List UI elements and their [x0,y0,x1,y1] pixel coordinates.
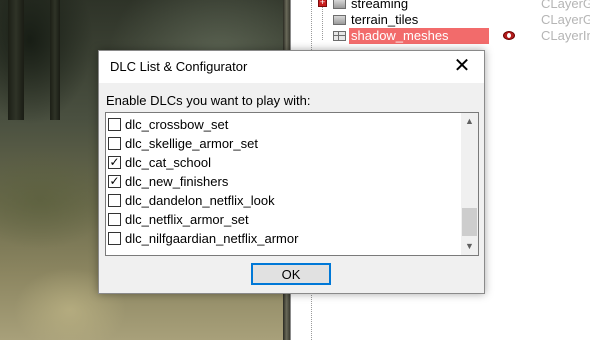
dlc-item-label: dlc_crossbow_set [125,117,229,132]
layer-group-icon [333,0,346,9]
list-scrollbar[interactable]: ▲ ▼ [461,113,478,255]
dlc-item-label: dlc_skellige_armor_set [125,136,258,151]
tree-row-streaming[interactable]: + streaming CLayerGr [291,0,590,12]
close-icon: ✕ [453,55,471,77]
dlc-item-label: dlc_nilfgaardian_netflix_armor [125,231,299,246]
close-button[interactable]: ✕ [440,51,484,83]
tree-row-label: terrain_tiles [351,12,419,27]
tree-row-shadow-meshes[interactable]: shadow_meshes CLayerInf [291,28,590,44]
dlc-item-label: dlc_dandelon_netflix_look [125,193,275,208]
tree-trunk [50,0,60,120]
checkbox[interactable]: ✓ [108,175,121,188]
scroll-thumb[interactable] [462,208,477,236]
tree-row-class: CLayerInf [541,28,590,43]
dlc-configurator-dialog: DLC List & Configurator ✕ Enable DLCs yo… [98,50,485,294]
dlc-item-label: dlc_netflix_armor_set [125,212,249,227]
visibility-eye-icon[interactable] [503,31,515,40]
checkbox[interactable] [108,213,121,226]
layer-info-icon [333,31,346,41]
scroll-down-icon[interactable]: ▼ [461,238,478,255]
checkbox[interactable] [108,194,121,207]
dlc-item-new-finishers[interactable]: ✓ dlc_new_finishers [108,172,458,191]
dlc-item-label: dlc_cat_school [125,155,211,170]
tree-row-label: shadow_meshes [349,28,489,44]
checkbox[interactable] [108,137,121,150]
dlc-list[interactable]: dlc_crossbow_set dlc_skellige_armor_set … [105,112,479,256]
tree-row-class: CLayerGr [541,0,590,11]
dlc-item-crossbow-set[interactable]: dlc_crossbow_set [108,115,458,134]
dialog-prompt: Enable DLCs you want to play with: [106,93,311,108]
dlc-item-nilfgaardian-netflix-armor[interactable]: dlc_nilfgaardian_netflix_armor [108,229,458,248]
checkbox[interactable] [108,118,121,131]
checkbox[interactable]: ✓ [108,156,121,169]
dlc-item-label: dlc_new_finishers [125,174,229,189]
tree-row-class: CLayerGr [541,12,590,27]
tree-row-terrain-tiles[interactable]: terrain_tiles CLayerGr [291,12,590,28]
expand-icon[interactable]: + [318,0,327,7]
tree-row-label: streaming [351,0,409,11]
scroll-up-icon[interactable]: ▲ [461,113,478,130]
dlc-item-dandelon-netflix-look[interactable]: dlc_dandelon_netflix_look [108,191,458,210]
dlc-item-netflix-armor-set[interactable]: dlc_netflix_armor_set [108,210,458,229]
tree-trunk [8,0,24,120]
dialog-title: DLC List & Configurator [110,59,248,74]
dialog-titlebar[interactable]: DLC List & Configurator ✕ [99,51,484,83]
ok-button[interactable]: OK [251,263,331,285]
layer-group-icon [333,15,346,25]
dlc-item-cat-school[interactable]: ✓ dlc_cat_school [108,153,458,172]
dlc-item-skellige-armor-set[interactable]: dlc_skellige_armor_set [108,134,458,153]
checkbox[interactable] [108,232,121,245]
